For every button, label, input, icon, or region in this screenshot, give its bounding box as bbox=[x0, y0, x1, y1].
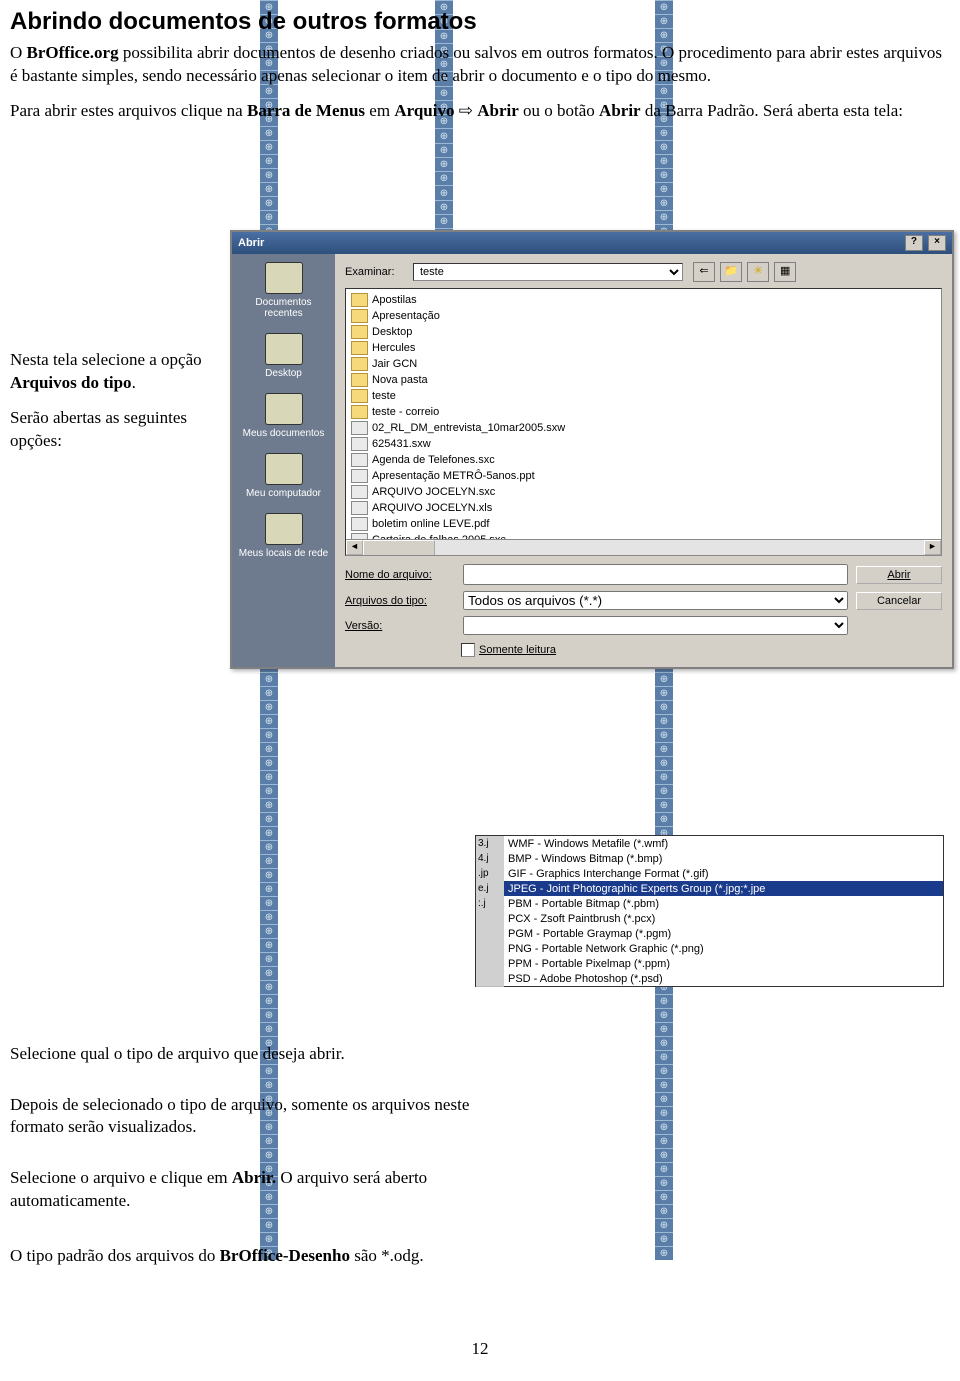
scroll-right-icon[interactable]: ► bbox=[924, 540, 941, 555]
format-id bbox=[476, 971, 504, 987]
text: Selecione o arquivo e clique em bbox=[10, 1168, 232, 1187]
format-id: .jp bbox=[476, 866, 504, 882]
format-option[interactable]: PNG - Portable Network Graphic (*.png) bbox=[476, 941, 943, 956]
text: Para abrir estes arquivos clique na bbox=[10, 101, 247, 120]
document-icon bbox=[351, 453, 368, 467]
format-id: :.j bbox=[476, 896, 504, 912]
text-bold: BrOffice.org bbox=[27, 43, 119, 62]
paragraph-instructions: Para abrir estes arquivos clique na Barr… bbox=[10, 100, 950, 123]
format-id bbox=[476, 926, 504, 942]
format-option[interactable]: PCX - Zsoft Paintbrush (*.pcx) bbox=[476, 911, 943, 926]
format-option[interactable]: 4.jBMP - Windows Bitmap (*.bmp) bbox=[476, 851, 943, 866]
text-bold: Abrir bbox=[599, 101, 641, 120]
file-row[interactable]: boletim online LEVE.pdf bbox=[349, 516, 938, 532]
version-label: Versão: bbox=[345, 620, 455, 632]
document-icon bbox=[351, 517, 368, 531]
filetype-label: Arquivos do tipo: bbox=[345, 595, 455, 607]
text-bold: Abrir. bbox=[232, 1168, 276, 1187]
file-row[interactable]: ARQUIVO JOCELYN.sxc bbox=[349, 484, 938, 500]
text-bold: Barra de Menus bbox=[247, 101, 365, 120]
format-option[interactable]: PPM - Portable Pixelmap (*.ppm) bbox=[476, 956, 943, 971]
document-icon bbox=[351, 485, 368, 499]
format-label: PPM - Portable Pixelmap (*.ppm) bbox=[504, 958, 926, 970]
document-icon bbox=[351, 501, 368, 515]
text: são *.odg. bbox=[350, 1246, 424, 1265]
text: . bbox=[132, 373, 136, 392]
filetype-select[interactable]: Todos os arquivos (*.*) bbox=[463, 591, 848, 610]
scroll-left-icon[interactable]: ◄ bbox=[346, 540, 363, 555]
format-label: BMP - Windows Bitmap (*.bmp) bbox=[504, 853, 926, 865]
text: O bbox=[10, 43, 27, 62]
cancel-button[interactable]: Cancelar bbox=[856, 592, 942, 610]
checkbox-icon[interactable] bbox=[461, 643, 475, 657]
format-option[interactable]: PGM - Portable Graymap (*.pgm) bbox=[476, 926, 943, 941]
format-label: WMF - Windows Metafile (*.wmf) bbox=[504, 838, 926, 850]
format-label: PGM - Portable Graymap (*.pgm) bbox=[504, 928, 926, 940]
side-note-2: Serão abertas as seguintes opções: bbox=[10, 407, 230, 453]
readonly-label: Somente leitura bbox=[479, 644, 556, 656]
page-number: 12 bbox=[10, 1338, 950, 1361]
version-select[interactable] bbox=[463, 616, 848, 635]
file-row[interactable]: Apresentação METRÔ-5anos.ppt bbox=[349, 468, 938, 484]
paragraph-default-type: O tipo padrão dos arquivos do BrOffice-D… bbox=[10, 1245, 950, 1268]
horizontal-scrollbar[interactable]: ◄ ► bbox=[346, 539, 941, 555]
format-id: e.j bbox=[476, 881, 504, 897]
text: possibilita abrir documentos de desenho … bbox=[10, 43, 942, 85]
format-option[interactable]: 3.jWMF - Windows Metafile (*.wmf) bbox=[476, 836, 943, 851]
scroll-thumb[interactable] bbox=[363, 540, 435, 556]
arrow-icon: ⇨ bbox=[454, 101, 477, 120]
format-label: JPEG - Joint Photographic Experts Group … bbox=[504, 883, 926, 895]
filename-label: Nome do arquivo: bbox=[345, 569, 455, 581]
format-id: 4.j bbox=[476, 851, 504, 867]
format-label: PSD - Adobe Photoshop (*.psd) bbox=[504, 973, 926, 985]
filetype-dropdown[interactable]: 3.jWMF - Windows Metafile (*.wmf)4.jBMP … bbox=[475, 835, 944, 987]
paragraph-intro: O BrOffice.org possibilita abrir documen… bbox=[10, 42, 950, 88]
format-option[interactable]: PSD - Adobe Photoshop (*.psd) bbox=[476, 971, 943, 986]
text-bold: Arquivo bbox=[394, 101, 454, 120]
place-label: Meus locais de rede bbox=[239, 548, 329, 559]
place-mycomputer[interactable]: Meu computador bbox=[236, 453, 331, 499]
text: da Barra Padrão. Será aberta esta tela: bbox=[641, 101, 903, 120]
format-label: PNG - Portable Network Graphic (*.png) bbox=[504, 943, 926, 955]
place-network[interactable]: Meus locais de rede bbox=[236, 513, 331, 559]
place-label: Meu computador bbox=[246, 488, 321, 499]
file-row[interactable]: Agenda de Telefones.sxc bbox=[349, 452, 938, 468]
paragraph-click-open: Selecione o arquivo e clique em Abrir. O… bbox=[10, 1167, 480, 1213]
format-label: GIF - Graphics Interchange Format (*.gif… bbox=[504, 868, 926, 880]
format-label: PCX - Zsoft Paintbrush (*.pcx) bbox=[504, 913, 926, 925]
text-bold: Abrir bbox=[477, 101, 519, 120]
text: O tipo padrão dos arquivos do bbox=[10, 1246, 220, 1265]
format-id: 3.j bbox=[476, 836, 504, 852]
readonly-checkbox[interactable]: Somente leitura bbox=[461, 643, 942, 657]
format-id bbox=[476, 956, 504, 972]
file-name: ARQUIVO JOCELYN.sxc bbox=[372, 486, 495, 498]
document-icon bbox=[351, 469, 368, 483]
format-option[interactable]: .jpGIF - Graphics Interchange Format (*.… bbox=[476, 866, 943, 881]
file-row[interactable]: ARQUIVO JOCELYN.xls bbox=[349, 500, 938, 516]
side-note-1: Nesta tela selecione a opção Arquivos do… bbox=[10, 349, 230, 395]
paragraph-after-select: Depois de selecionado o tipo de arquivo,… bbox=[10, 1094, 480, 1140]
format-option[interactable]: :.jPBM - Portable Bitmap (*.pbm) bbox=[476, 896, 943, 911]
text: Nesta tela selecione a opção bbox=[10, 350, 202, 369]
open-button[interactable]: Abrir bbox=[856, 566, 942, 584]
text: ou o botão bbox=[519, 101, 599, 120]
file-name: boletim online LEVE.pdf bbox=[372, 518, 489, 530]
format-id bbox=[476, 911, 504, 927]
filename-input[interactable] bbox=[463, 564, 848, 585]
text-bold: Arquivos do tipo bbox=[10, 373, 132, 392]
format-option[interactable]: e.jJPEG - Joint Photographic Experts Gro… bbox=[476, 881, 943, 896]
page-title: Abrindo documentos de outros formatos bbox=[10, 8, 950, 36]
file-name: Apresentação METRÔ-5anos.ppt bbox=[372, 470, 535, 482]
text-bold: BrOffice-Desenho bbox=[220, 1246, 350, 1265]
format-label: PBM - Portable Bitmap (*.pbm) bbox=[504, 898, 926, 910]
format-id bbox=[476, 941, 504, 957]
file-name: Agenda de Telefones.sxc bbox=[372, 454, 495, 466]
paragraph-select-type: Selecione qual o tipo de arquivo que des… bbox=[10, 1043, 480, 1066]
text: em bbox=[365, 101, 394, 120]
file-name: ARQUIVO JOCELYN.xls bbox=[372, 502, 492, 514]
